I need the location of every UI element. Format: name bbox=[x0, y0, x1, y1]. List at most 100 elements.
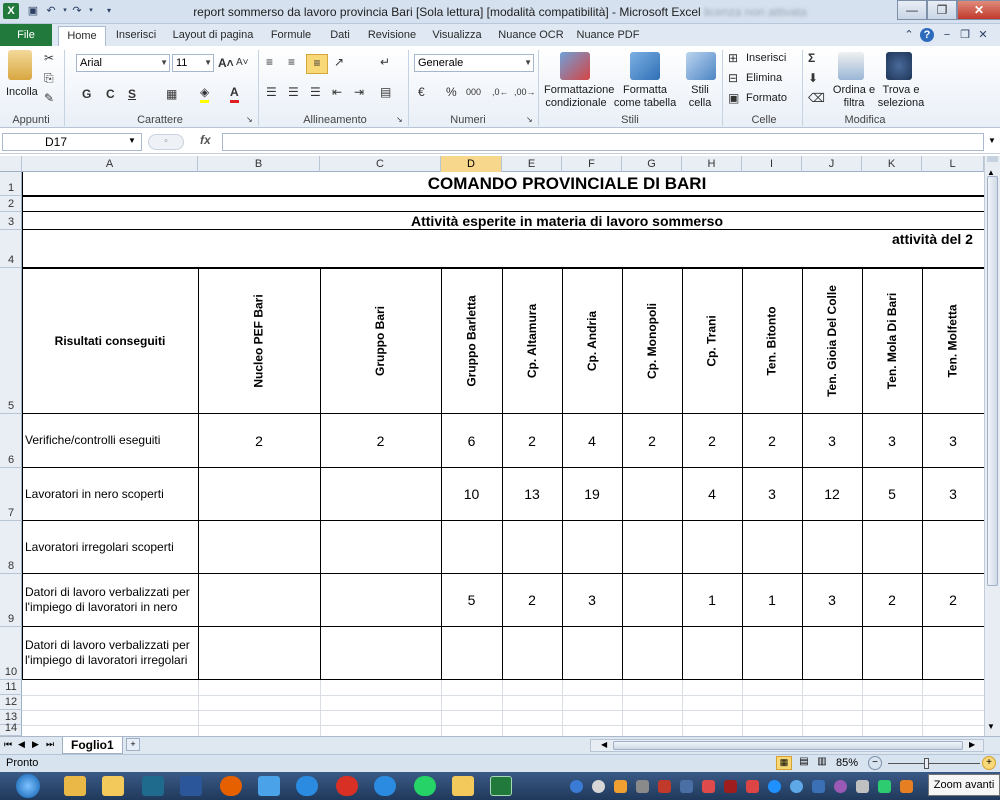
data-cell[interactable]: 2 bbox=[502, 574, 562, 626]
scroll-left-arrow[interactable]: ◀ bbox=[601, 740, 607, 749]
increase-decimal-icon[interactable]: ,0← bbox=[492, 84, 509, 100]
row-label[interactable]: Datori di lavoro verbalizzati per l'impi… bbox=[25, 627, 197, 679]
data-cell[interactable] bbox=[198, 468, 320, 520]
data-cell[interactable]: 3 bbox=[922, 414, 984, 467]
tray-app-icon[interactable] bbox=[878, 780, 891, 793]
insert-cells-button[interactable]: Inserisci bbox=[746, 52, 786, 64]
row-header[interactable]: 3 bbox=[0, 212, 22, 230]
font-color-icon[interactable]: A bbox=[230, 84, 239, 103]
wrap-text-icon[interactable]: ↵ bbox=[380, 54, 390, 70]
data-cell[interactable]: 2 bbox=[502, 414, 562, 467]
first-sheet-icon[interactable]: ⏮ bbox=[4, 739, 12, 750]
restore-button[interactable]: ❐ bbox=[927, 0, 957, 20]
zoom-out-icon[interactable]: − bbox=[868, 756, 882, 770]
grow-font-icon[interactable]: A˄ bbox=[218, 55, 234, 71]
autosum-icon[interactable]: Σ bbox=[808, 50, 815, 66]
scroll-thumb[interactable] bbox=[987, 176, 998, 586]
horizontal-scrollbar[interactable]: ◀ ▶ bbox=[590, 739, 984, 752]
column-header-b[interactable]: B bbox=[198, 156, 320, 172]
folder-icon[interactable] bbox=[452, 776, 474, 796]
data-cell[interactable]: 10 bbox=[441, 468, 502, 520]
unit-header[interactable]: Ten. Bitonto bbox=[742, 268, 802, 414]
row-header[interactable]: 12 bbox=[0, 695, 22, 710]
publisher-icon[interactable] bbox=[142, 776, 164, 796]
align-center-icon[interactable]: ☰ bbox=[288, 84, 299, 100]
tray-app-icon[interactable] bbox=[724, 780, 737, 793]
data-cell[interactable]: 3 bbox=[562, 574, 622, 626]
tray-app-icon[interactable] bbox=[790, 780, 803, 793]
align-bottom-icon[interactable]: ≡ bbox=[306, 54, 328, 74]
conditional-formatting-icon[interactable] bbox=[560, 52, 590, 80]
tray-help-icon[interactable] bbox=[570, 780, 583, 793]
column-header-g[interactable]: G bbox=[622, 156, 682, 172]
insert-cells-icon[interactable]: ⊞ bbox=[728, 50, 738, 66]
format-cells-button[interactable]: Formato bbox=[746, 92, 787, 104]
number-dialog-launcher-icon[interactable]: ↘ bbox=[526, 112, 533, 128]
column-header-f[interactable]: F bbox=[562, 156, 622, 172]
next-sheet-icon[interactable]: ▶ bbox=[32, 739, 39, 750]
conditional-formatting-button[interactable]: Formattazione condizionale bbox=[544, 84, 614, 110]
data-cell[interactable]: 3 bbox=[802, 574, 862, 626]
find-select-button[interactable]: Trova e seleziona bbox=[874, 84, 928, 110]
tab-home[interactable]: Home bbox=[58, 26, 106, 46]
name-box[interactable]: D17 bbox=[2, 133, 142, 151]
data-cell[interactable]: 5 bbox=[441, 574, 502, 626]
tray-app-icon[interactable] bbox=[812, 780, 825, 793]
unit-header[interactable]: Ten. Gioia Del Colle bbox=[802, 268, 862, 414]
row-header[interactable]: 8 bbox=[0, 521, 22, 574]
bold-button[interactable]: G bbox=[82, 86, 91, 102]
row-header[interactable]: 1 bbox=[0, 172, 22, 196]
delete-cells-button[interactable]: Elimina bbox=[746, 72, 782, 84]
tray-app-icon[interactable] bbox=[702, 780, 715, 793]
data-cell[interactable]: 12 bbox=[802, 468, 862, 520]
format-painter-icon[interactable]: ✎ bbox=[44, 90, 54, 106]
tab-revisione[interactable]: Revisione bbox=[362, 26, 422, 46]
format-cells-icon[interactable]: ▣ bbox=[728, 90, 739, 106]
unit-header[interactable]: Nucleo PEF Bari bbox=[198, 268, 320, 414]
format-as-table-icon[interactable] bbox=[630, 52, 660, 80]
page-break-view-icon[interactable]: ▥ bbox=[814, 756, 830, 770]
data-cell[interactable]: 2 bbox=[198, 414, 320, 467]
number-format-select[interactable]: Generale ▼ bbox=[414, 54, 534, 72]
borders-icon[interactable]: ▦ bbox=[166, 86, 177, 102]
fill-icon[interactable]: ⬇ bbox=[808, 70, 818, 86]
cell-styles-icon[interactable] bbox=[686, 52, 716, 80]
unit-header[interactable]: Cp. Trani bbox=[682, 268, 742, 414]
data-cell[interactable]: 4 bbox=[682, 468, 742, 520]
sheet-title[interactable]: COMANDO PROVINCIALE DI BARI bbox=[22, 174, 984, 194]
font-name-select[interactable]: Arial ▼ bbox=[76, 54, 170, 72]
decrease-indent-icon[interactable]: ⇤ bbox=[332, 84, 342, 100]
sheet-subtitle[interactable]: Attività esperite in materia di lavoro s… bbox=[22, 213, 984, 229]
zoom-in-icon[interactable]: + bbox=[982, 756, 996, 770]
data-cell[interactable]: 1 bbox=[742, 574, 802, 626]
row-header[interactable]: 5 bbox=[0, 268, 22, 414]
chrome-icon[interactable] bbox=[336, 776, 358, 796]
data-cell[interactable]: 2 bbox=[922, 574, 984, 626]
workbook-close-icon[interactable]: ✕ bbox=[976, 28, 990, 42]
firefox-icon[interactable] bbox=[220, 776, 242, 796]
fill-color-icon[interactable]: ◈ bbox=[200, 84, 210, 103]
accounting-format-icon[interactable]: € bbox=[418, 84, 425, 100]
tray-app-icon[interactable] bbox=[768, 780, 781, 793]
tab-layout[interactable]: Layout di pagina bbox=[166, 26, 260, 46]
close-button[interactable]: ✕ bbox=[957, 0, 1000, 20]
data-cell[interactable]: 13 bbox=[502, 468, 562, 520]
h-scroll-thumb[interactable] bbox=[613, 741, 963, 750]
unit-header[interactable]: Cp. Andria bbox=[562, 268, 622, 414]
row-header[interactable]: 6 bbox=[0, 414, 22, 468]
font-dialog-launcher-icon[interactable]: ↘ bbox=[246, 112, 253, 128]
find-select-icon[interactable] bbox=[886, 52, 912, 80]
sort-filter-button[interactable]: Ordina e filtra bbox=[832, 84, 876, 110]
vertical-scrollbar[interactable]: ▲ ▼ bbox=[984, 156, 1000, 736]
unit-header[interactable]: Gruppo Bari bbox=[320, 268, 441, 414]
column-header-i[interactable]: I bbox=[742, 156, 802, 172]
underline-button[interactable]: S bbox=[128, 86, 136, 102]
tray-app-icon[interactable] bbox=[614, 780, 627, 793]
workbook-minimize-icon[interactable]: − bbox=[940, 28, 954, 42]
align-left-icon[interactable]: ☰ bbox=[266, 84, 277, 100]
period-label[interactable]: attività del 2 bbox=[892, 231, 973, 247]
tray-app-icon[interactable] bbox=[680, 780, 693, 793]
ie-icon[interactable] bbox=[296, 776, 318, 796]
start-button-icon[interactable] bbox=[16, 774, 40, 798]
scroll-down-arrow[interactable]: ▼ bbox=[987, 722, 995, 731]
